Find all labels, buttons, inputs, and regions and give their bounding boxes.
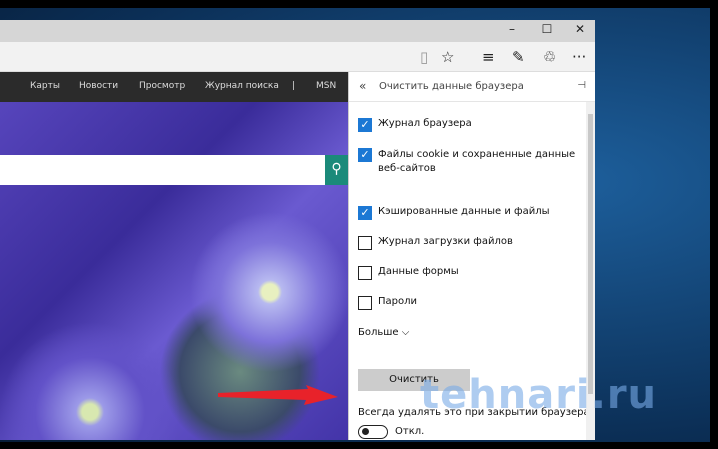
panel-title: Очистить данные браузера <box>379 81 524 92</box>
nav-divider: | <box>292 81 296 91</box>
option-label: Журнал браузера <box>378 118 472 129</box>
option-label: Кэшированные данные и файлы <box>378 206 550 217</box>
checkbox-checked[interactable]: ✓ <box>358 206 372 220</box>
option-cache[interactable]: ✓ Кэшированные данные и файлы <box>358 206 550 220</box>
option-passwords[interactable]: Пароли <box>358 296 417 310</box>
option-cookies[interactable]: ✓ Файлы cookie и сохраненные данные веб-с… <box>358 148 578 176</box>
web-note-icon[interactable]: ✎ <box>512 48 525 66</box>
option-browsing-history[interactable]: ✓ Журнал браузера <box>358 118 472 132</box>
search-button[interactable]: ⚲ <box>325 155 348 185</box>
search-icon: ⚲ <box>331 161 342 177</box>
option-label: Данные формы <box>378 266 459 277</box>
toggle-state: Откл. <box>395 426 425 437</box>
option-download-history[interactable]: Журнал загрузки файлов <box>358 236 513 250</box>
more-link[interactable]: Больше ⌵ <box>358 327 409 338</box>
site-nav: Карты Новости Просмотр Журнал поиска | M… <box>0 72 348 102</box>
back-icon[interactable]: « <box>359 79 366 93</box>
panel-header: « Очистить данные браузера ⊣ <box>349 72 595 102</box>
favorite-star-icon[interactable]: ☆ <box>441 48 454 66</box>
checkbox[interactable] <box>358 236 372 250</box>
toolbar: ▯ ☆ ≡ ✎ ♲ ··· <box>0 42 595 72</box>
checkbox-checked[interactable]: ✓ <box>358 148 372 162</box>
checkbox[interactable] <box>358 296 372 310</box>
close-button[interactable]: ✕ <box>568 22 592 36</box>
watermark: tehnari.ru <box>420 372 658 418</box>
nav-search-history[interactable]: Журнал поиска <box>205 81 279 91</box>
maximize-button[interactable]: ☐ <box>535 22 559 36</box>
option-label: Пароли <box>378 296 418 307</box>
more-icon[interactable]: ··· <box>572 48 586 66</box>
hub-icon[interactable]: ≡ <box>482 48 495 66</box>
share-icon[interactable]: ♲ <box>543 48 556 66</box>
nav-maps[interactable]: Карты <box>30 81 60 91</box>
search-input[interactable] <box>0 155 325 185</box>
option-label: Журнал загрузки файлов <box>378 236 513 247</box>
nav-browse[interactable]: Просмотр <box>139 81 185 91</box>
minimize-button[interactable]: – <box>500 22 524 36</box>
always-clear-toggle[interactable] <box>358 425 388 439</box>
pin-icon[interactable]: ⊣ <box>577 80 586 91</box>
red-arrow-annotation <box>218 385 338 405</box>
nav-news[interactable]: Новости <box>79 81 118 91</box>
checkbox-checked[interactable]: ✓ <box>358 118 372 132</box>
option-form-data[interactable]: Данные формы <box>358 266 459 280</box>
nav-msn[interactable]: MSN <box>316 81 336 91</box>
checkbox[interactable] <box>358 266 372 280</box>
option-label: Файлы cookie и сохраненные данные веб-са… <box>378 149 576 174</box>
title-bar: – ☐ ✕ <box>0 20 595 42</box>
reading-view-icon[interactable]: ▯ <box>420 48 428 66</box>
